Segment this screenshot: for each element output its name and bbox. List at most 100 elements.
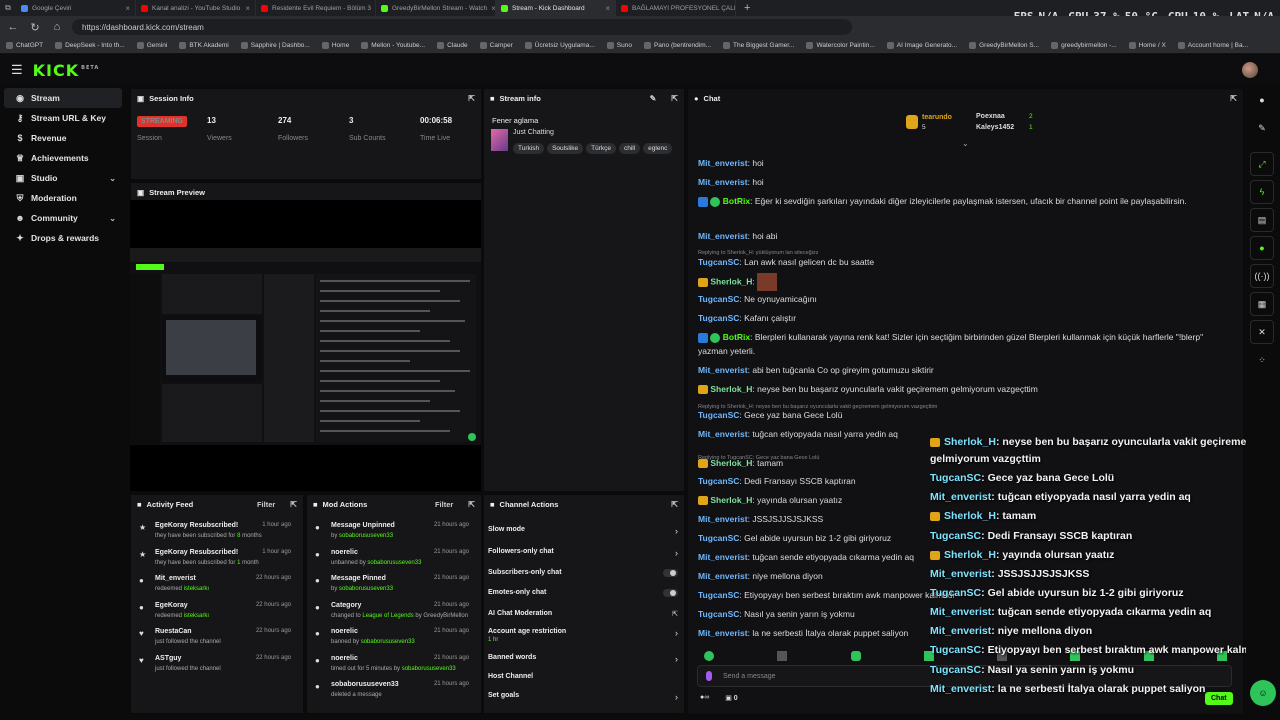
sidebar-item-achievements[interactable]: ♕ Achievements (4, 148, 122, 168)
chevron-right-icon[interactable]: › (675, 692, 678, 702)
channel-action-banned-words[interactable]: Banned words › (488, 654, 678, 664)
sidebar-item-stream[interactable]: ◉ Stream (4, 88, 122, 108)
sidebar-item-studio[interactable]: ▣ Studio ⌄ (4, 168, 122, 188)
bookmark-item[interactable]: ChatGPT (6, 42, 43, 49)
popout-icon[interactable]: ⇱ (468, 94, 475, 103)
popout-icon[interactable]: ⇱ (1230, 94, 1237, 103)
browser-tab[interactable]: GreedyBirMellon Stream - Watch × (376, 0, 496, 16)
bookmark-item[interactable]: BTK Akademi (179, 42, 229, 49)
filter-button[interactable]: Filter (435, 500, 453, 509)
browser-tab[interactable]: Residente Evil Requiem - Bölüm 3× (256, 0, 376, 16)
edit-icon[interactable]: ✎ (650, 94, 657, 103)
chat-username[interactable]: TugcanSC (698, 590, 739, 600)
chat-username[interactable]: Sherlok_H (710, 384, 752, 394)
bookmark-item[interactable]: Account home | Ba... (1177, 42, 1248, 49)
chat-username[interactable]: Sherlok_H (710, 276, 752, 286)
browser-tab[interactable]: BAĞLAMAYI PROFESYONEL ÇALMAK× (616, 0, 736, 16)
stream-tag[interactable]: Soulslike (547, 143, 584, 154)
chat-username[interactable]: TugcanSC (698, 294, 739, 304)
browser-tab[interactable]: Kanal analizi - YouTube Studio × (136, 0, 256, 16)
chevron-down-icon[interactable]: ⌄ (109, 174, 116, 183)
points-icon[interactable]: ●∞ (700, 694, 709, 702)
chevron-right-icon[interactable]: › (675, 526, 678, 536)
chat-username[interactable]: Mit_enverist (698, 365, 748, 375)
sidebar-item-drops-rewards[interactable]: ✦ Drops & rewards (4, 228, 122, 248)
chat-username[interactable]: Mit_enverist (698, 552, 748, 562)
bookmark-item[interactable]: Gemini (136, 42, 167, 49)
home-icon[interactable]: ⌂ (50, 20, 64, 34)
chat-username[interactable]: Mit_enverist (698, 514, 748, 524)
channel-action-followers-only-chat[interactable]: Followers-only chat › (488, 548, 678, 558)
bookmark-item[interactable]: Pano (bentrendim... (643, 42, 711, 49)
shop-icon[interactable]: ▦ (1250, 292, 1274, 316)
tools-icon[interactable]: ✕ (1250, 320, 1274, 344)
mic-icon[interactable] (706, 671, 712, 681)
channel-action-ai-chat-moderation[interactable]: AI Chat Moderation ⇱ (488, 610, 678, 618)
chevron-right-icon[interactable]: › (675, 654, 678, 664)
stream-tag[interactable]: chill (618, 143, 641, 154)
kick-logo[interactable]: KICK BETA (33, 61, 100, 80)
channel-action-emotes-only-chat[interactable]: Emotes-only chat (488, 589, 678, 597)
chat-username[interactable]: Mit_enverist (698, 628, 748, 638)
apps-icon[interactable]: ⁘ (1250, 348, 1274, 372)
grid-icon[interactable]: ⧉ (0, 3, 16, 13)
sidebar-item-moderation[interactable]: ⛨ Moderation (4, 188, 122, 208)
send-chat-button[interactable]: Chat (1205, 692, 1233, 705)
chat-username[interactable]: Sherlok_H (710, 458, 752, 468)
avatar[interactable] (1242, 62, 1258, 78)
chat-username[interactable]: TugcanSC (698, 476, 739, 486)
chat-username[interactable]: Mit_enverist (698, 429, 748, 439)
chat-username[interactable]: BotRix (723, 332, 750, 342)
bookmark-item[interactable]: AI Image Generato... (886, 42, 957, 49)
popout-icon[interactable]: ⇱ (671, 94, 678, 103)
popout-icon[interactable]: ⇱ (468, 500, 475, 509)
bookmark-item[interactable]: GreedyBirMellon S... (969, 42, 1039, 49)
emote-icon[interactable] (777, 651, 788, 661)
support-chat-icon[interactable]: ☺ (1250, 680, 1276, 706)
chat-username[interactable]: BotRix (723, 196, 750, 206)
filter-button[interactable]: Filter (257, 500, 275, 509)
sidebar-item-stream-url-key[interactable]: ⚷ Stream URL & Key (4, 108, 122, 128)
emote-icon[interactable] (850, 651, 861, 661)
channel-action-host-channel[interactable]: Host Channel (488, 673, 678, 680)
channel-action-subscribers-only-chat[interactable]: Subscribers-only chat (488, 569, 678, 577)
chat-username[interactable]: TugcanSC (698, 313, 739, 323)
chevron-down-icon[interactable]: ⌄ (109, 214, 116, 223)
wrench-icon[interactable]: ✎ (1250, 116, 1274, 140)
browser-tab[interactable]: Google Çeviri × (16, 0, 136, 16)
channel-action-account-age-restriction[interactable]: Account age restriction 1 hr › (488, 628, 678, 643)
close-icon[interactable]: × (245, 4, 250, 13)
browser-tab[interactable]: Stream - Kick Dashboard × (496, 0, 616, 16)
url-input[interactable]: https://dashboard.kick.com/stream (72, 19, 852, 35)
chevron-down-icon[interactable]: ⌄ (962, 139, 969, 148)
bookmark-item[interactable]: Watercolor Paintin... (806, 42, 875, 49)
bookmark-item[interactable]: Sapphire | Dashbo... (240, 42, 310, 49)
sidebar-item-revenue[interactable]: $ Revenue (4, 128, 122, 148)
new-tab-icon[interactable]: + (744, 2, 750, 14)
stream-tag[interactable]: Türkçe (586, 143, 616, 154)
expand-icon[interactable]: ⤢ (1250, 152, 1274, 176)
chat-username[interactable]: TugcanSC (698, 257, 739, 267)
bookmark-item[interactable]: Home (321, 42, 349, 49)
chat-username[interactable]: TugcanSC (698, 533, 739, 543)
emote-icon[interactable] (704, 651, 714, 661)
toggle-switch[interactable] (663, 589, 678, 597)
bookmark-item[interactable]: Claude (437, 42, 468, 49)
chevron-right-icon[interactable]: › (675, 548, 678, 558)
sidebar-item-community[interactable]: ☻ Community ⌄ (4, 208, 122, 228)
toggle-switch[interactable] (663, 569, 678, 577)
external-link-icon[interactable]: ⇱ (672, 610, 678, 618)
bookmark-item[interactable]: Ücretsiz Uygulama... (524, 42, 595, 49)
reload-icon[interactable]: ↻ (28, 20, 42, 34)
clipboard-icon[interactable]: ▤ (1250, 208, 1274, 232)
stream-tag[interactable]: eglenc (643, 143, 673, 154)
bookmark-item[interactable]: Mellon - Youtube... (361, 42, 425, 49)
chat-username[interactable]: Mit_enverist (698, 231, 748, 241)
bookmark-item[interactable]: Home / X (1128, 42, 1166, 49)
popout-icon[interactable]: ⇱ (671, 500, 678, 509)
chat-username[interactable]: TugcanSC (698, 609, 739, 619)
back-icon[interactable]: ← (6, 20, 20, 34)
info-icon[interactable]: ● (1250, 88, 1274, 112)
close-icon[interactable]: × (125, 4, 130, 13)
chevron-right-icon[interactable]: › (675, 628, 678, 638)
